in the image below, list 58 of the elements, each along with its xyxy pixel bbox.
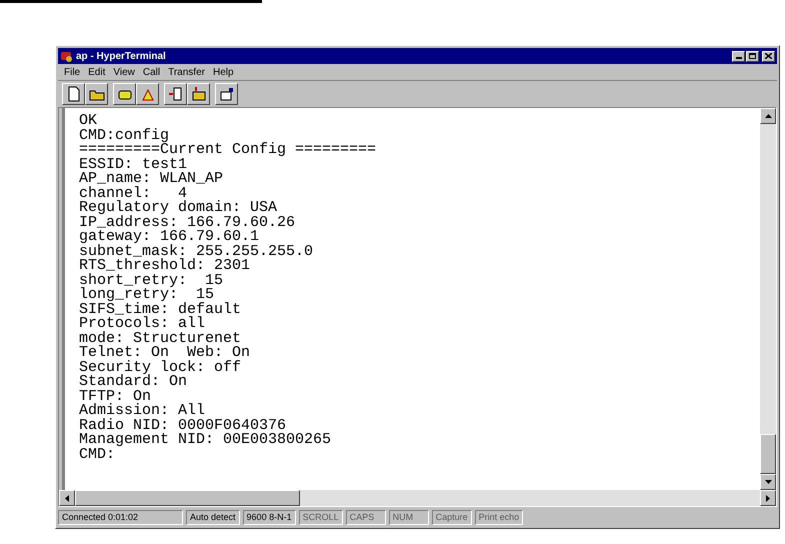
status-field: 9600 8-N-1 — [242, 510, 296, 525]
vertical-scrollbar[interactable] — [760, 108, 776, 490]
menu-item[interactable]: Edit — [88, 64, 106, 80]
terminal-line: OK — [79, 114, 98, 128]
terminal-line: =========Current Config ========= — [79, 143, 378, 158]
terminal-line: Radio NID: 0000F0640376 — [79, 418, 286, 433]
terminal-line: channel: 4 — [79, 186, 188, 201]
maximize-button[interactable] — [746, 50, 759, 62]
status-field: CAPS — [346, 510, 386, 525]
terminal-line: mode: Structurenet — [79, 332, 242, 346]
terminal-line: IP_address: 166.79.60.26 — [79, 216, 296, 230]
close-button[interactable] — [762, 50, 775, 62]
terminal-line: Telnet: On Web: On — [79, 346, 252, 360]
menu-item[interactable]: Call — [142, 64, 160, 80]
terminal-line: ESSID: test1 — [79, 158, 188, 172]
terminal-line: SIFS_time: default — [79, 302, 242, 317]
terminal-line: gateway: 166.79.60.1 — [79, 230, 260, 244]
scroll-left-button[interactable] — [59, 490, 75, 506]
scroll-thumb[interactable] — [760, 434, 776, 474]
status-field: SCROLL — [298, 510, 343, 525]
terminal-line: Management NID: 00E003800265 — [79, 433, 332, 448]
open-folder-icon[interactable] — [85, 83, 108, 105]
new-document-icon[interactable] — [62, 83, 85, 105]
menu-item[interactable]: View — [113, 64, 135, 80]
status-field: Print echo — [474, 510, 524, 525]
left-arrow-icon — [65, 494, 69, 502]
right-arrow-icon — [766, 494, 770, 502]
status-field: NUM — [388, 510, 429, 525]
menu-item[interactable]: Transfer — [168, 64, 205, 80]
terminal-line: short_retry: 15 — [79, 274, 224, 288]
close-icon — [765, 53, 772, 59]
terminal-line: subnet_mask: 255.255.255.0 — [79, 244, 314, 259]
properties-icon[interactable] — [215, 83, 238, 105]
terminal-line: CMD: — [79, 448, 116, 462]
minimize-button[interactable] — [732, 50, 745, 62]
terminal-line: CMD:config — [79, 128, 170, 143]
terminal-line: Protocols: all — [79, 317, 206, 332]
terminal-line: Security lock: off — [79, 360, 242, 375]
horizontal-scrollbar[interactable] — [59, 490, 776, 506]
terminal-line: Standard: On — [79, 375, 188, 390]
status-field: Connected 0:01:02 — [58, 510, 183, 525]
terminal-line: RTS_threshold: 2301 — [79, 259, 252, 274]
scroll-up-button[interactable] — [760, 108, 776, 124]
status-field: Auto detect — [186, 510, 240, 525]
window-title: ap - HyperTerminal — [76, 50, 166, 64]
terminal-line: Admission: All — [79, 404, 206, 418]
menu-item[interactable]: File — [64, 64, 80, 80]
scroll-down-button[interactable] — [760, 474, 776, 490]
scroll-thumb[interactable] — [75, 490, 300, 506]
status-field: Capture — [432, 510, 472, 525]
terminal-line: long_retry: 15 — [79, 288, 214, 302]
terminal-line: Regulatory domain: USA — [79, 201, 278, 216]
up-arrow-icon — [764, 114, 772, 118]
terminal-line: AP_name: WLAN_AP — [79, 172, 224, 186]
menu-item[interactable]: Help — [212, 64, 234, 80]
terminal-line: TFTP: On — [79, 390, 152, 404]
scroll-right-button[interactable] — [760, 490, 776, 506]
down-arrow-icon — [764, 480, 772, 484]
